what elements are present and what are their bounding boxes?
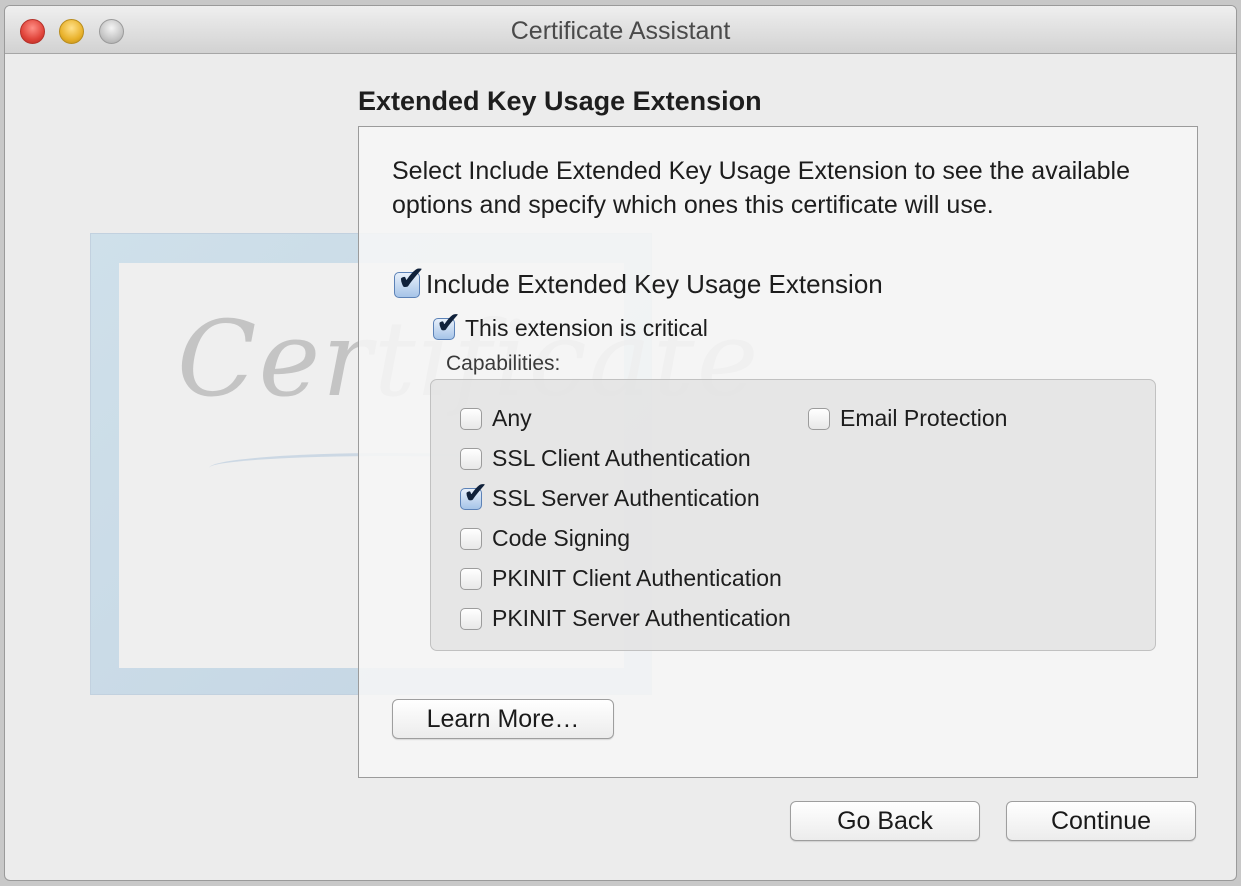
capability-ssl-client-row[interactable]: SSL Client Authentication xyxy=(460,445,751,472)
section-heading: Extended Key Usage Extension xyxy=(358,86,762,116)
description-text: Select Include Extended Key Usage Extens… xyxy=(392,157,1130,219)
continue-button[interactable]: Continue xyxy=(1006,801,1196,841)
capability-ssl-client-checkbox[interactable] xyxy=(460,447,482,470)
capability-code-signing-checkbox[interactable] xyxy=(460,527,482,550)
capability-ssl-server-row[interactable]: ✔ SSL Server Authentication xyxy=(460,478,760,512)
capability-pkinit-client-checkbox[interactable] xyxy=(460,567,482,590)
include-extension-checkbox[interactable]: ✔ xyxy=(394,262,426,298)
checkmark-icon: ✔ xyxy=(397,259,426,298)
capability-pkinit-server-checkbox[interactable] xyxy=(460,607,482,630)
include-extension-label[interactable]: Include Extended Key Usage Extension xyxy=(426,269,883,300)
title-bar[interactable]: Certificate Assistant xyxy=(5,6,1236,54)
capability-pkinit-server-row[interactable]: PKINIT Server Authentication xyxy=(460,605,791,632)
capability-ssl-server-label[interactable]: SSL Server Authentication xyxy=(492,485,760,512)
capabilities-label: Capabilities: xyxy=(446,352,561,375)
capabilities-group: Any SSL Client Authentication ✔ SSL Serv… xyxy=(430,379,1156,651)
capability-code-signing-label[interactable]: Code Signing xyxy=(492,525,630,552)
checkmark-icon: ✔ xyxy=(436,306,462,340)
capability-email-protection-row[interactable]: Email Protection xyxy=(808,405,1007,432)
capability-email-protection-label[interactable]: Email Protection xyxy=(840,405,1007,432)
capability-any-row[interactable]: Any xyxy=(460,405,532,432)
critical-checkbox[interactable]: ✔ xyxy=(433,308,461,340)
capability-code-signing-row[interactable]: Code Signing xyxy=(460,525,630,552)
extension-options-panel: Select Include Extended Key Usage Extens… xyxy=(358,126,1198,778)
go-back-button[interactable]: Go Back xyxy=(790,801,980,841)
learn-more-button[interactable]: Learn More… xyxy=(392,699,614,739)
capability-pkinit-client-label[interactable]: PKINIT Client Authentication xyxy=(492,565,782,592)
checkmark-icon: ✔ xyxy=(463,476,489,510)
capability-pkinit-client-row[interactable]: PKINIT Client Authentication xyxy=(460,565,782,592)
capability-any-checkbox[interactable] xyxy=(460,407,482,430)
capability-ssl-client-label[interactable]: SSL Client Authentication xyxy=(492,445,751,472)
capability-any-label[interactable]: Any xyxy=(492,405,532,432)
capability-pkinit-server-label[interactable]: PKINIT Server Authentication xyxy=(492,605,791,632)
critical-row[interactable]: ✔ This extension is critical xyxy=(433,308,708,342)
capability-ssl-server-checkbox[interactable]: ✔ xyxy=(460,478,488,510)
critical-label[interactable]: This extension is critical xyxy=(465,315,708,342)
include-extension-row[interactable]: ✔ Include Extended Key Usage Extension xyxy=(394,262,883,300)
certificate-assistant-window: Certificate Assistant Certificate Extend… xyxy=(4,5,1237,881)
capability-email-protection-checkbox[interactable] xyxy=(808,407,830,430)
window-title: Certificate Assistant xyxy=(510,17,731,45)
